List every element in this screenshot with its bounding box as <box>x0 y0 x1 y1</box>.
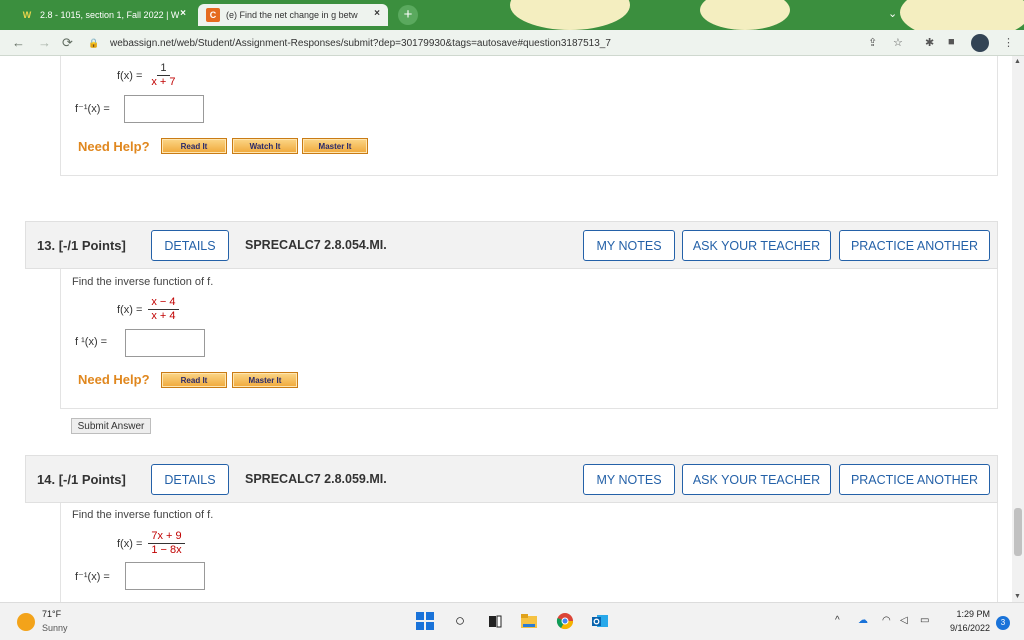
tab-title: (e) Find the net change in g betw <box>226 10 358 20</box>
url-text: webassign.net/web/Student/Assignment-Res… <box>110 37 611 49</box>
theme-decoration <box>510 0 630 30</box>
need-help-label: Need Help? <box>78 372 150 387</box>
question-number: 13. <box>37 238 56 253</box>
tab-title: 2.8 - 1015, section 1, Fall 2022 | W <box>40 10 180 20</box>
submit-answer-button[interactable]: Submit Answer <box>71 418 151 434</box>
details-button[interactable]: DETAILS <box>151 230 229 261</box>
bookmark-star-icon[interactable]: ☆ <box>893 36 903 49</box>
answer-input[interactable] <box>125 329 205 357</box>
fx-label: f(x) = <box>117 69 143 82</box>
show-hidden-icons-icon[interactable]: ^ <box>835 615 840 626</box>
answer-label: f ¹(x) = <box>75 336 108 348</box>
question-prompt: Find the inverse function of f. <box>72 509 214 521</box>
search-icon[interactable]: ○ <box>450 611 470 631</box>
taskbar-time[interactable]: 1:29 PM <box>940 609 990 619</box>
question-points: [-/1 Points] <box>58 238 126 253</box>
fraction-denominator: 1 − 8x <box>151 544 182 556</box>
question-number: 14. <box>37 472 56 487</box>
question-points: [-/1 Points] <box>58 472 126 487</box>
profile-avatar[interactable] <box>971 34 989 52</box>
close-icon[interactable]: × <box>374 8 380 19</box>
chegg-icon: C <box>206 8 220 22</box>
task-view-icon[interactable] <box>485 611 505 631</box>
ask-your-teacher-button[interactable]: ASK YOUR TEACHER <box>682 464 831 495</box>
webassign-icon: W <box>22 10 32 20</box>
fraction: 7x + 9 1 − 8x <box>148 530 185 557</box>
practice-another-button[interactable]: PRACTICE ANOTHER <box>839 464 990 495</box>
share-icon[interactable]: ⇪ <box>868 36 877 49</box>
new-tab-button[interactable]: + <box>398 5 418 25</box>
weather-condition: Sunny <box>42 623 68 633</box>
window-icon[interactable]: ■ <box>948 36 955 48</box>
question-14-header: 14. [-/1 Points] DETAILS SPRECALC7 2.8.0… <box>25 455 998 503</box>
weather-temperature: 71°F <box>42 609 62 619</box>
function-definition: f(x) = x − 4 x + 4 <box>117 296 179 323</box>
fraction-denominator: x + 7 <box>151 76 176 88</box>
wifi-icon[interactable]: ◠ <box>882 615 891 626</box>
scrollbar-thumb[interactable] <box>1014 508 1022 556</box>
ask-your-teacher-button[interactable]: ASK YOUR TEACHER <box>682 230 831 261</box>
answer-label: f⁻¹(x) = <box>75 571 110 583</box>
read-it-button[interactable]: Read It <box>161 372 227 388</box>
fraction-denominator: x + 4 <box>151 310 176 322</box>
scroll-down-icon[interactable]: ▼ <box>1014 593 1021 600</box>
my-notes-button[interactable]: MY NOTES <box>583 230 675 261</box>
onedrive-cloud-icon[interactable]: ☁ <box>858 615 868 626</box>
fx-label: f(x) = <box>117 303 143 316</box>
file-explorer-icon[interactable] <box>519 611 539 631</box>
taskbar-date[interactable]: 9/16/2022 <box>940 623 990 633</box>
menu-kebab-icon[interactable]: ⋮ <box>1003 36 1014 49</box>
outlook-icon[interactable] <box>590 611 610 631</box>
windows-taskbar: 71°F Sunny ○ ^ ☁ ◠ ◁ ▭ 1:29 PM 9/16/2022… <box>0 602 1024 640</box>
question-13-header: 13. [-/1 Points] DETAILS SPRECALC7 2.8.0… <box>25 221 998 269</box>
close-icon[interactable]: × <box>180 8 186 19</box>
extensions-icon[interactable]: ✱ <box>925 36 934 49</box>
fraction-numerator: 1 <box>157 62 170 76</box>
question-prompt: Find the inverse function of f. <box>72 276 214 288</box>
fx-label: f(x) = <box>117 537 143 550</box>
question-number-points: 13. [-/1 Points] <box>37 238 126 253</box>
question-number-points: 14. [-/1 Points] <box>37 472 126 487</box>
question-code: SPRECALC7 2.8.054.MI. <box>245 238 387 252</box>
function-definition: f(x) = 1 x + 7 <box>117 62 179 89</box>
my-notes-button[interactable]: MY NOTES <box>583 464 675 495</box>
assignment-content: f(x) = 1 x + 7 f⁻¹(x) = Need Help? Read … <box>0 56 1012 602</box>
read-it-button[interactable]: Read It <box>161 138 227 154</box>
fraction-numerator: 7x + 9 <box>148 530 185 544</box>
fraction: 1 x + 7 <box>148 62 178 89</box>
forward-icon[interactable]: → <box>38 35 51 50</box>
need-help-label: Need Help? <box>78 139 150 154</box>
browser-tab-bar: W 2.8 - 1015, section 1, Fall 2022 | W ×… <box>0 0 1024 30</box>
theme-decoration <box>900 0 1024 30</box>
master-it-button[interactable]: Master It <box>302 138 368 154</box>
practice-another-button[interactable]: PRACTICE ANOTHER <box>839 230 990 261</box>
function-definition: f(x) = 7x + 9 1 − 8x <box>117 530 185 557</box>
master-it-button[interactable]: Master It <box>232 372 298 388</box>
tab-chegg[interactable]: C (e) Find the net change in g betw × <box>198 4 388 26</box>
tab-search-icon[interactable]: ⌄ <box>888 7 897 20</box>
answer-input[interactable] <box>125 562 205 590</box>
page-scrollbar[interactable]: ▲ ▼ <box>1012 56 1024 602</box>
tab-webassign[interactable]: W 2.8 - 1015, section 1, Fall 2022 | W × <box>12 4 194 26</box>
theme-decoration <box>700 0 790 30</box>
address-bar: ← → ⟳ 🔒 webassign.net/web/Student/Assign… <box>0 30 1024 56</box>
sun-weather-icon[interactable] <box>17 613 35 631</box>
scroll-up-icon[interactable]: ▲ <box>1014 58 1021 65</box>
fraction-numerator: x − 4 <box>148 296 179 310</box>
details-button[interactable]: DETAILS <box>151 464 229 495</box>
question-code: SPRECALC7 2.8.059.MI. <box>245 472 387 486</box>
windows-start-icon[interactable] <box>415 611 435 631</box>
back-icon[interactable]: ← <box>12 35 25 50</box>
answer-input[interactable] <box>124 95 204 123</box>
notification-badge[interactable]: 3 <box>996 616 1010 630</box>
fraction: x − 4 x + 4 <box>148 296 179 323</box>
watch-it-button[interactable]: Watch It <box>232 138 298 154</box>
lock-icon: 🔒 <box>88 37 100 48</box>
chrome-icon[interactable] <box>555 611 575 631</box>
answer-label: f⁻¹(x) = <box>75 103 110 115</box>
volume-icon[interactable]: ◁ <box>900 615 908 626</box>
reload-icon[interactable]: ⟳ <box>62 35 73 51</box>
battery-icon[interactable]: ▭ <box>920 615 929 626</box>
